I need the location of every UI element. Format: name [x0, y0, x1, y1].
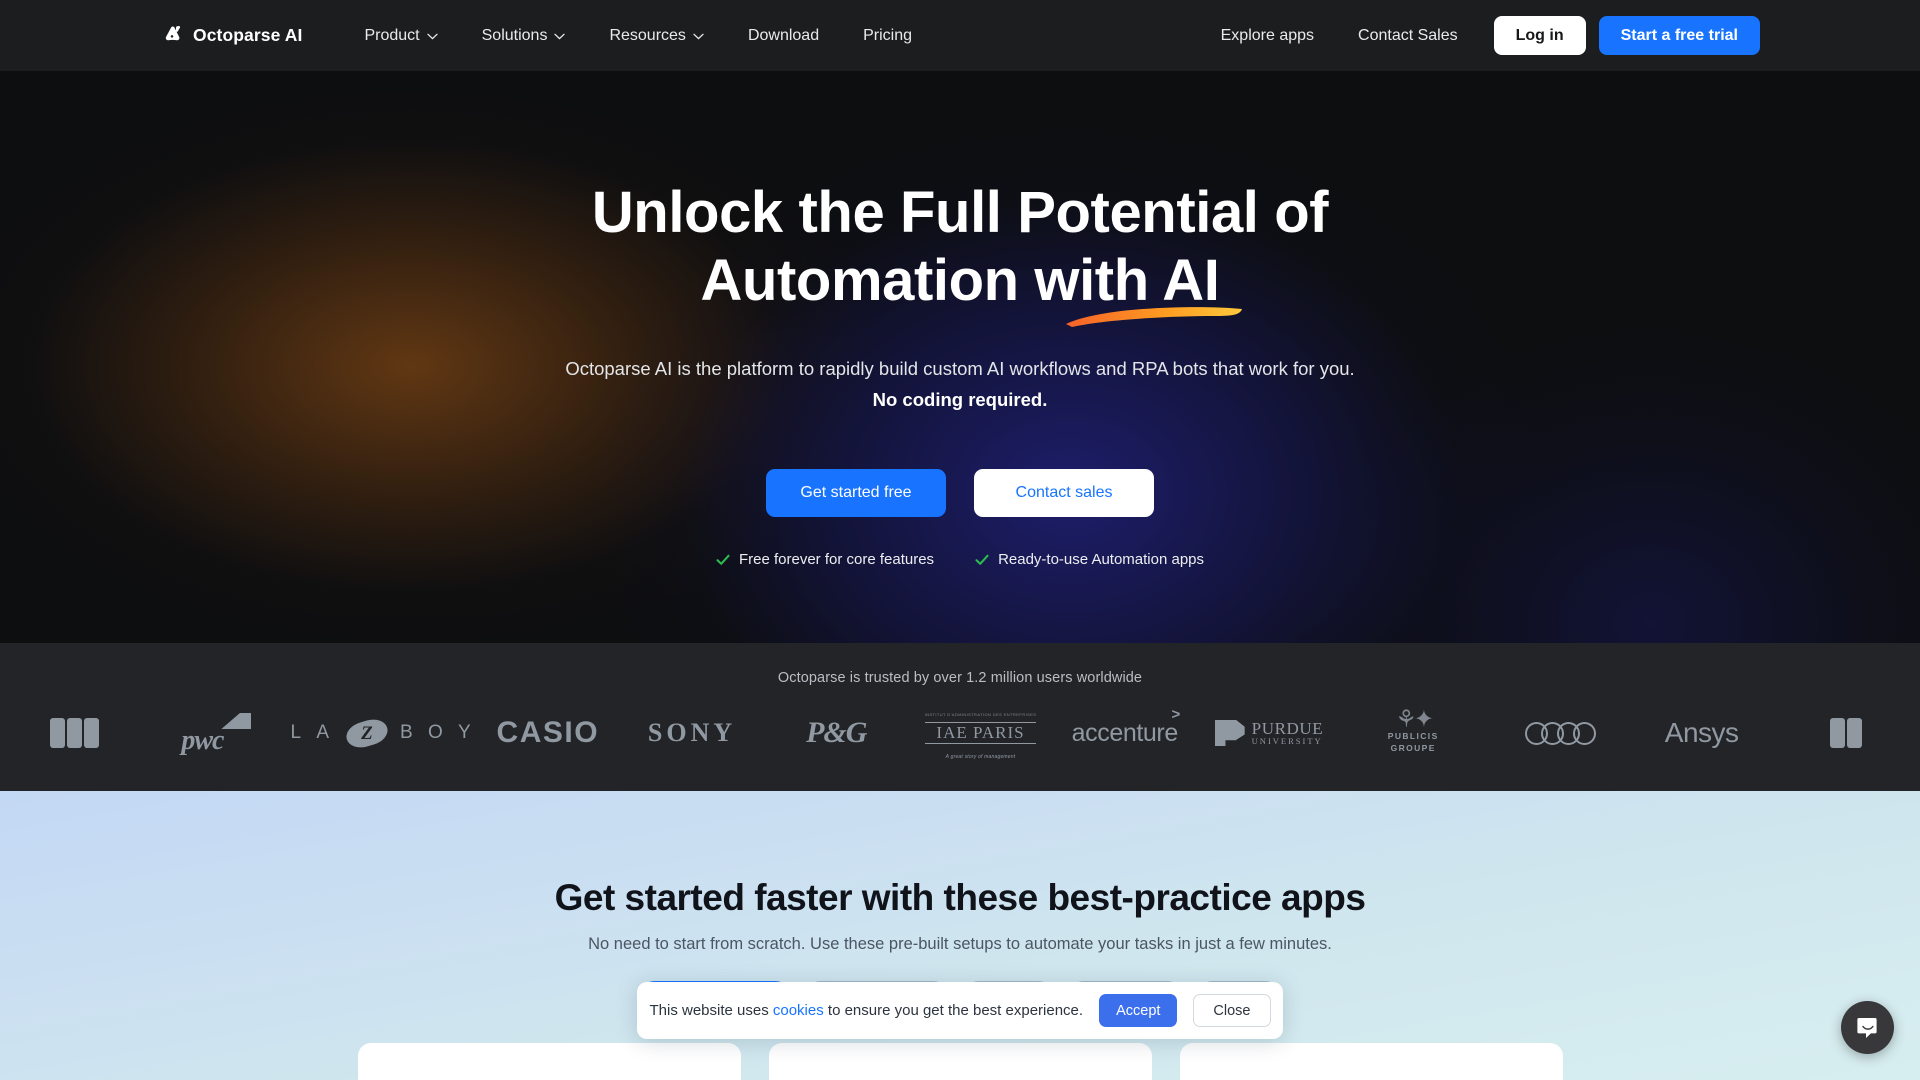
logo-iae-name: IAE PARIS: [924, 721, 1037, 745]
start-free-trial-button[interactable]: Start a free trial: [1598, 16, 1760, 55]
logo-purdue-subtext: UNIVERSITY: [1251, 736, 1323, 747]
logo-accenture: accenture >: [1053, 704, 1197, 762]
brand-name: Octoparse AI: [193, 25, 303, 45]
app-card[interactable]: [768, 1043, 1152, 1080]
chevron-down-icon: [554, 33, 566, 40]
logo-iae-paris: INSTITUT D'ADMINISTRATION DES ENTREPRISE…: [908, 704, 1052, 762]
octoparse-logo-icon: [165, 25, 181, 40]
audi-rings-icon: [1525, 721, 1597, 745]
logo-purdue-text: PURDUE: [1251, 718, 1324, 738]
purdue-p-mark-icon: [1214, 719, 1245, 746]
brand-logo[interactable]: Octoparse AI: [160, 25, 302, 47]
hero-perks: Free forever for core features Ready-to-…: [0, 551, 1920, 568]
logo-jcb: [2, 704, 146, 762]
app-card-row: [0, 1043, 1920, 1080]
chevron-down-icon: [693, 33, 704, 40]
perk-label: Free forever for core features: [738, 551, 935, 569]
apps-section-title: Get started faster with these best-pract…: [554, 877, 1366, 918]
cookie-accept-button[interactable]: Accept: [1099, 994, 1178, 1027]
publicis-crest-icon: ⚘✦: [1395, 705, 1434, 733]
logo-la-z-boy: L A Z B O Y: [290, 704, 475, 762]
app-card[interactable]: [357, 1043, 741, 1080]
check-icon: [716, 554, 730, 565]
hero-subtitle: Octoparse AI is the platform to rapidly …: [0, 354, 1920, 415]
trusted-by-section: Octoparse is trusted by over 1.2 million…: [0, 643, 1920, 791]
perk-label: Ready-to-use Automation apps: [998, 551, 1205, 569]
nav-item-download[interactable]: Download: [726, 16, 841, 56]
main-nav: Product Solutions Resources Download Pri…: [342, 16, 934, 56]
nav-item-solutions[interactable]: Solutions: [460, 16, 588, 56]
logo-iae-tagline: A great story of management: [945, 754, 1016, 761]
logo-boy-text: B O Y: [400, 722, 476, 743]
get-started-free-button[interactable]: Get started free: [766, 469, 946, 518]
logo-pg-text: P&G: [806, 716, 867, 749]
logo-casio-text: CASIO: [496, 716, 600, 749]
logo-publicis-groupe: ⚘✦ PUBLICIS GROUPE: [1341, 704, 1485, 762]
check-icon: [975, 554, 989, 565]
cookie-banner-text: This website uses cookies to ensure you …: [649, 1002, 1083, 1019]
landing-page: Octoparse AI Product Solutions Resources…: [0, 0, 1920, 1080]
logo-partial-right: [1774, 704, 1918, 762]
app-card[interactable]: [1179, 1043, 1563, 1080]
cookie-close-button[interactable]: Close: [1193, 994, 1271, 1027]
underline-swoosh-icon: [1066, 307, 1243, 328]
trusted-by-note: Octoparse is trusted by over 1.2 million…: [777, 670, 1143, 686]
logo-sony: SONY: [620, 704, 764, 762]
cookie-consent-banner: This website uses cookies to ensure you …: [637, 982, 1283, 1039]
logo-la-text: L A: [290, 722, 334, 743]
nav-item-resources[interactable]: Resources: [587, 16, 725, 56]
accenture-arrow-icon: >: [1171, 705, 1180, 723]
logo-iae-top: INSTITUT D'ADMINISTRATION DES ENTREPRISE…: [924, 712, 1037, 718]
nav-label: Pricing: [863, 26, 912, 44]
logo-purdue-university: PURDUE UNIVERSITY: [1197, 704, 1341, 762]
perk-item: Ready-to-use Automation apps: [975, 551, 1204, 568]
logo-pwc-text: pwc: [181, 725, 224, 756]
customer-logo-strip: pwc L A Z B O Y CASIO SONY P&G INSTITUT …: [0, 704, 1920, 762]
hero-cta-row: Get started free Contact sales: [0, 469, 1920, 518]
nav-label: Resources: [609, 26, 686, 44]
contact-sales-button[interactable]: Contact sales: [974, 469, 1154, 518]
hero-section: Unlock the Full Potential of Automation …: [0, 71, 1920, 643]
nav-label: Download: [747, 26, 820, 44]
site-header: Octoparse AI Product Solutions Resources…: [0, 0, 1920, 71]
logo-casio: CASIO: [476, 704, 620, 762]
contact-sales-link[interactable]: Contact Sales: [1336, 27, 1480, 45]
apps-section-subtitle: No need to start from scratch. Use these…: [588, 935, 1332, 953]
chat-widget-button[interactable]: [1841, 1001, 1894, 1054]
cookie-text-before: This website uses: [649, 1002, 773, 1019]
hero-title-line-1: Unlock the Full Potential of: [591, 180, 1329, 245]
hero-subtitle-bold: No coding required.: [872, 388, 1048, 410]
logo-z-mark: Z: [343, 715, 391, 751]
logo-publicis-subtext: GROUPE: [1390, 743, 1436, 754]
nav-label: Product: [364, 26, 420, 44]
logo-ansys: Ansys: [1630, 704, 1774, 762]
perk-item: Free forever for core features: [716, 551, 934, 568]
cookie-text-after: to ensure you get the best experience.: [823, 1002, 1084, 1019]
logo-sony-text: SONY: [647, 718, 737, 747]
login-button[interactable]: Log in: [1493, 16, 1586, 55]
page-title: Unlock the Full Potential of Automation …: [0, 179, 1920, 328]
chat-bubble-icon: [1856, 1017, 1877, 1038]
nav-item-pricing[interactable]: Pricing: [841, 16, 934, 56]
cookies-link[interactable]: cookies: [773, 1002, 824, 1019]
chevron-down-icon: [426, 33, 438, 40]
logo-accenture-text: accenture: [1071, 718, 1179, 747]
logo-p-and-g: P&G: [764, 704, 908, 762]
logo-ansys-text: Ansys: [1664, 717, 1739, 748]
header-actions: Explore apps Contact Sales Log in Start …: [1199, 16, 1760, 55]
logo-audi: [1485, 704, 1629, 762]
explore-apps-link[interactable]: Explore apps: [1199, 27, 1336, 45]
hero-subtitle-line-1: Octoparse AI is the platform to rapidly …: [565, 357, 1355, 379]
logo-pwc: pwc: [146, 704, 290, 762]
nav-label: Solutions: [481, 26, 548, 44]
nav-item-product[interactable]: Product: [342, 16, 459, 56]
